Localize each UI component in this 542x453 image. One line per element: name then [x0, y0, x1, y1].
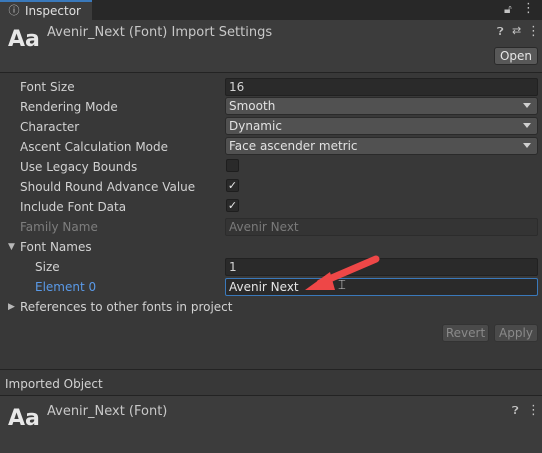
imported-object-title: Avenir_Next (Font) — [47, 404, 168, 419]
lock-icon[interactable]: 🔓︎ — [504, 2, 512, 17]
foldout-collapsed-icon[interactable]: ▶ — [8, 302, 15, 312]
chevron-down-icon — [523, 103, 531, 108]
kebab-menu-icon[interactable]: ⋮ — [522, 1, 535, 16]
character-label: Character — [20, 120, 80, 134]
ascent-mode-label: Ascent Calculation Mode — [20, 140, 169, 154]
ascent-mode-dropdown[interactable]: Face ascender metric — [225, 137, 538, 155]
family-name-field: Avenir Next — [225, 218, 538, 236]
help-icon[interactable]: ❓︎ — [497, 25, 504, 39]
font-size-label: Font Size — [20, 80, 75, 94]
include-font-data-checkbox[interactable]: ✓ — [226, 199, 239, 212]
family-name-label: Family Name — [20, 220, 98, 234]
rendering-mode-dropdown[interactable]: Smooth — [225, 97, 538, 115]
rendering-mode-label: Rendering Mode — [20, 100, 118, 114]
character-dropdown[interactable]: Dynamic — [225, 117, 538, 135]
annotation-arrow-icon — [305, 255, 380, 290]
include-font-data-label: Include Font Data — [20, 200, 127, 214]
revert-button[interactable]: Revert — [442, 324, 489, 342]
font-names-foldout[interactable]: Font Names — [20, 239, 92, 255]
imported-font-icon: Aa — [8, 406, 40, 431]
help-icon[interactable]: ❓︎ — [512, 404, 519, 418]
round-advance-checkbox[interactable]: ✓ — [226, 179, 239, 192]
header-kebab-icon[interactable]: ⋮ — [527, 24, 540, 39]
rendering-mode-value: Smooth — [229, 99, 276, 113]
font-asset-icon: Aa — [8, 27, 40, 52]
imported-object-label: Imported Object — [5, 377, 103, 391]
imported-kebab-icon[interactable]: ⋮ — [527, 403, 540, 418]
open-button[interactable]: Open — [494, 47, 538, 65]
section-divider — [0, 369, 542, 370]
round-advance-label: Should Round Advance Value — [20, 180, 196, 194]
tab-label: Inspector — [25, 4, 81, 18]
element-0-label: Element 0 — [35, 280, 97, 294]
character-value: Dynamic — [229, 119, 282, 133]
font-size-field[interactable]: 16 — [225, 78, 538, 96]
foldout-expanded-icon[interactable]: ▼ — [8, 242, 15, 252]
size-label: Size — [35, 260, 60, 274]
chevron-down-icon — [523, 143, 531, 148]
references-foldout[interactable]: References to other fonts in project — [20, 299, 232, 315]
tab-inspector[interactable]: ⓘ Inspector — [0, 0, 92, 20]
apply-button[interactable]: Apply — [494, 324, 538, 342]
ascent-mode-value: Face ascender metric — [229, 139, 358, 153]
legacy-bounds-checkbox[interactable] — [226, 159, 239, 172]
chevron-down-icon — [523, 123, 531, 128]
legacy-bounds-label: Use Legacy Bounds — [20, 160, 138, 174]
header-title: Avenir_Next (Font) Import Settings — [47, 25, 273, 40]
info-icon: ⓘ — [8, 4, 20, 17]
preset-icon[interactable]: ⇄ — [512, 24, 521, 37]
